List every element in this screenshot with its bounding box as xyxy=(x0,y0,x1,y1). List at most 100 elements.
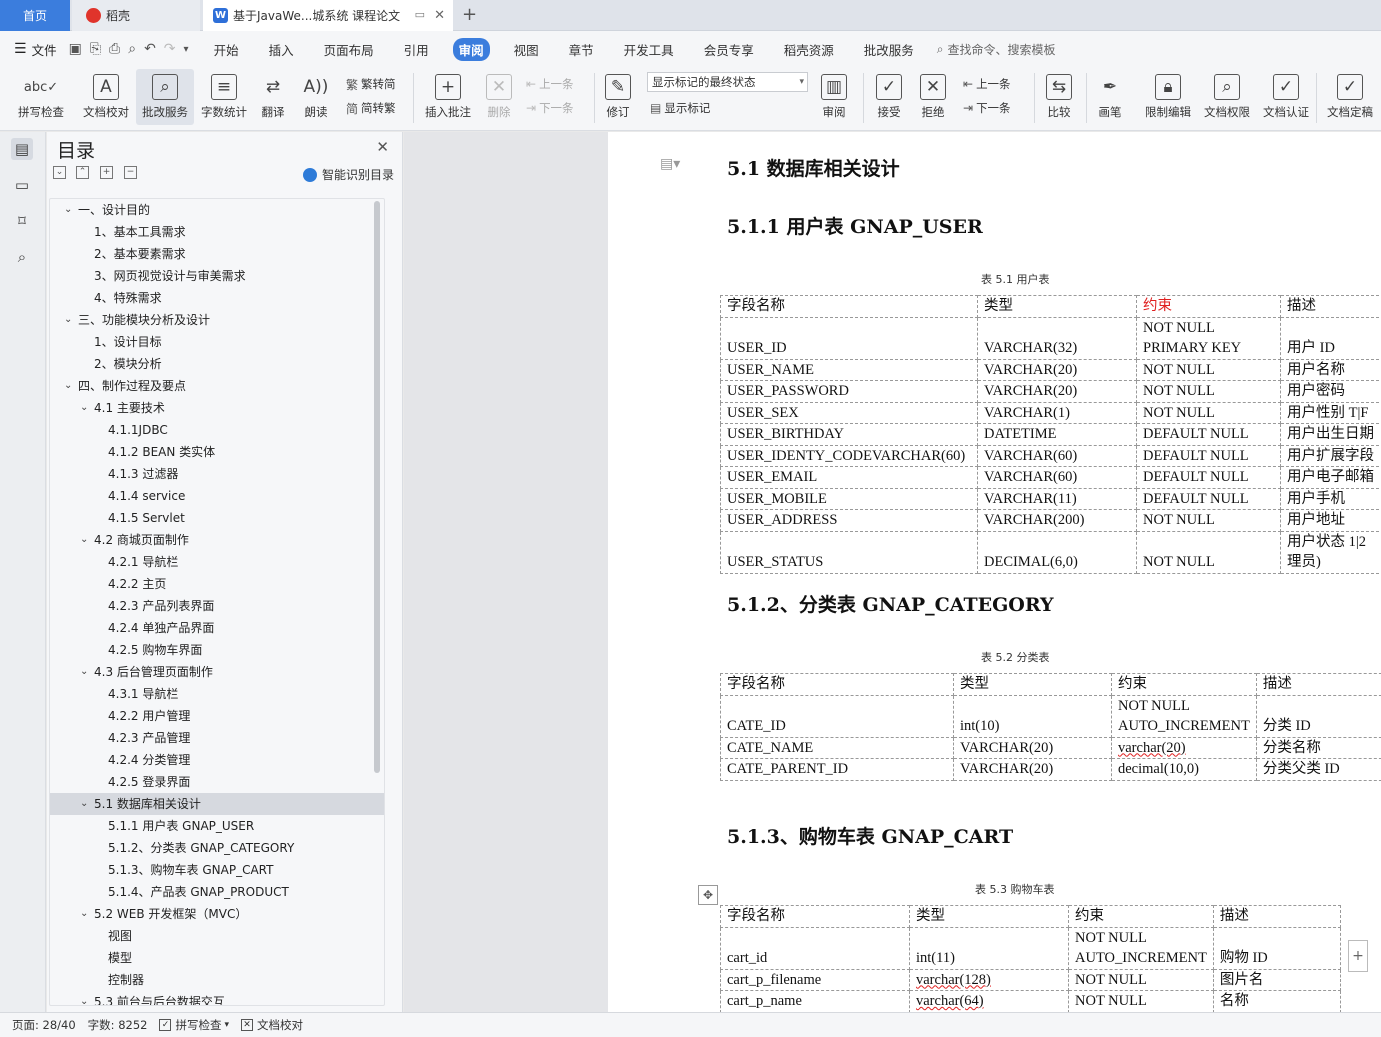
doc-check-button[interactable]: A 文档校对 xyxy=(78,69,134,125)
toc-item[interactable]: 4.1.3 过滤器 xyxy=(50,463,384,485)
insert-comment-button[interactable]: + 插入批注 xyxy=(420,69,476,125)
review-service-button[interactable]: ⌕ 批改服务 xyxy=(136,69,194,125)
toc-item[interactable]: 4.2.4 单独产品界面 xyxy=(50,617,384,639)
toc-item[interactable]: ⌄ 4.3 后台管理页面制作 xyxy=(50,661,384,683)
toc-item[interactable]: 5.1.1 用户表 GNAP_USER xyxy=(50,815,384,837)
menu-item-8[interactable]: 会员专享 xyxy=(698,38,760,61)
review-pane-button[interactable]: ▥ 审阅 xyxy=(814,69,854,125)
menu-item-4[interactable]: 审阅 xyxy=(452,37,490,61)
pin-icon[interactable]: ▭ xyxy=(415,8,425,21)
chevron-down-icon[interactable]: ⌄ xyxy=(80,903,88,925)
file-menu[interactable]: ☰ 文件 xyxy=(0,40,65,59)
document-canvas[interactable]: ▤▾ 5.1 数据库相关设计 5.1.1 用户表 GNAP_USER 表 5.1… xyxy=(404,132,1381,1012)
toc-item[interactable]: 4.2.2 主页 xyxy=(50,573,384,595)
toc-scrollbar[interactable] xyxy=(374,201,380,773)
redo-icon[interactable]: ↷ xyxy=(164,41,176,57)
paragraph-options-icon[interactable]: ▤▾ xyxy=(660,156,680,172)
prev-change-button[interactable]: ⇤ 上一条 xyxy=(963,73,1011,95)
trad-to-simp-button[interactable]: 繁繁转简 xyxy=(346,73,396,95)
translate-button[interactable]: ⇄ 翻译 xyxy=(255,69,291,125)
toc-item[interactable]: 4.1.1JDBC xyxy=(50,419,384,441)
toc-item[interactable]: ⌄ 4.2 商城页面制作 xyxy=(50,529,384,551)
track-changes-button[interactable]: ✎ 修订 xyxy=(600,69,636,125)
toc-item[interactable]: 4.2.5 登录界面 xyxy=(50,771,384,793)
toc-item[interactable]: 4、特殊需求 xyxy=(50,287,384,309)
print-icon[interactable]: ⎙ xyxy=(109,41,120,57)
close-icon[interactable]: ✕ xyxy=(376,138,389,156)
restrict-edit-button[interactable]: 🔒︎ 限制编辑 xyxy=(1140,69,1196,125)
doc-cert-button[interactable]: ✓ 文档认证 xyxy=(1258,69,1314,125)
spell-check-button[interactable]: abc✓ 拼写检查 xyxy=(8,69,74,125)
toc-item[interactable]: 4.2.4 分类管理 xyxy=(50,749,384,771)
chevron-down-icon[interactable]: ⌄ xyxy=(80,397,88,419)
menu-item-9[interactable]: 稻壳资源 xyxy=(778,38,840,61)
toc-item[interactable]: 4.2.1 导航栏 xyxy=(50,551,384,573)
toc-item[interactable]: ⌄ 5.3 前台与后台数据交互 xyxy=(50,991,384,1005)
menu-item-2[interactable]: 页面布局 xyxy=(318,38,380,61)
add-column-icon[interactable]: + xyxy=(1348,940,1368,972)
toc-item[interactable]: 5.1.4、产品表 GNAP_PRODUCT xyxy=(50,881,384,903)
expand-all-icon[interactable]: ⌃ xyxy=(76,166,89,179)
toc-item[interactable]: 视图 xyxy=(50,925,384,947)
demote-icon[interactable]: − xyxy=(124,166,137,179)
document-page[interactable]: ▤▾ 5.1 数据库相关设计 5.1.1 用户表 GNAP_USER 表 5.1… xyxy=(608,132,1381,1012)
export-pdf-icon[interactable]: ⎘ xyxy=(90,41,101,57)
menu-item-6[interactable]: 章节 xyxy=(563,38,600,61)
next-comment-button[interactable]: ⇥ 下一条 xyxy=(526,97,574,119)
read-aloud-button[interactable]: A)) 朗读 xyxy=(298,69,334,125)
tab-document[interactable]: W 基于JavaWe...城系统 课程论文 ▭ ✕ xyxy=(203,0,453,31)
menu-item-7[interactable]: 开发工具 xyxy=(618,38,680,61)
undo-icon[interactable]: ↶ xyxy=(144,41,156,57)
status-doc-check[interactable]: ✕ 文档校对 xyxy=(241,1017,303,1033)
toc-item[interactable]: 4.3.1 导航栏 xyxy=(50,683,384,705)
toc-item[interactable]: 5.1.3、购物车表 GNAP_CART xyxy=(50,859,384,881)
bookmark-icon[interactable]: ⌑ xyxy=(11,210,33,232)
compare-button[interactable]: ⇆ 比较 xyxy=(1040,69,1078,125)
chevron-down-icon[interactable]: ⌄ xyxy=(80,793,88,815)
quick-access-dropdown-icon[interactable]: ▾ xyxy=(184,44,189,55)
command-search[interactable]: ⌕ 查找命令、搜索模板 xyxy=(937,41,1056,58)
chevron-down-icon[interactable]: ⌄ xyxy=(64,199,72,221)
close-tab-icon[interactable]: ✕ xyxy=(434,8,445,23)
word-count-indicator[interactable]: 字数: 8252 xyxy=(88,1017,148,1033)
accept-button[interactable]: ✓ 接受 xyxy=(870,69,908,125)
toc-item[interactable]: 4.2.3 产品列表界面 xyxy=(50,595,384,617)
chevron-down-icon[interactable]: ⌄ xyxy=(80,529,88,551)
toc-item[interactable]: 4.1.5 Servlet xyxy=(50,507,384,529)
toc-item[interactable]: ⌄ 4.1 主要技术 xyxy=(50,397,384,419)
promote-icon[interactable]: + xyxy=(100,166,113,179)
reject-button[interactable]: ✕ 拒绝 xyxy=(914,69,952,125)
toc-item[interactable]: ⌄ 三、功能模块分析及设计 xyxy=(50,309,384,331)
new-tab-icon[interactable]: + xyxy=(462,4,477,25)
toc-item[interactable]: ⌄ 5.2 WEB 开发框架（MVC） xyxy=(50,903,384,925)
collapse-all-icon[interactable]: ⌄ xyxy=(53,166,66,179)
toc-item[interactable]: 2、模块分析 xyxy=(50,353,384,375)
chevron-down-icon[interactable]: ⌄ xyxy=(64,375,72,397)
show-markup-button[interactable]: ▤ 显示标记 xyxy=(650,97,710,119)
doc-finalize-button[interactable]: ✓ 文档定稿 xyxy=(1320,69,1380,125)
toc-panel-icon[interactable]: ▤ xyxy=(11,138,33,160)
word-count-button[interactable]: ≡ 字数统计 xyxy=(196,69,252,125)
chevron-down-icon[interactable]: ⌄ xyxy=(80,991,88,1005)
toc-item[interactable]: 模型 xyxy=(50,947,384,969)
toc-item[interactable]: 5.1.2、分类表 GNAP_CATEGORY xyxy=(50,837,384,859)
menu-item-0[interactable]: 开始 xyxy=(208,38,245,61)
prev-comment-button[interactable]: ⇤ 上一条 xyxy=(526,73,574,95)
simp-to-trad-button[interactable]: 简简转繁 xyxy=(346,97,396,119)
toc-item[interactable]: 3、网页视觉设计与审美需求 xyxy=(50,265,384,287)
toc-item[interactable]: ⌄ 5.1 数据库相关设计 xyxy=(50,793,384,815)
toc-item[interactable]: 1、设计目标 xyxy=(50,331,384,353)
toc-item[interactable]: 1、基本工具需求 xyxy=(50,221,384,243)
chevron-down-icon[interactable]: ⌄ xyxy=(80,661,88,683)
next-change-button[interactable]: ⇥ 下一条 xyxy=(963,97,1011,119)
toc-item[interactable]: 4.2.3 产品管理 xyxy=(50,727,384,749)
menu-item-10[interactable]: 批改服务 xyxy=(858,38,920,61)
toc-item[interactable]: ⌄ 四、制作过程及要点 xyxy=(50,375,384,397)
delete-comment-button[interactable]: ✕ 删除 xyxy=(481,69,517,125)
doc-permission-button[interactable]: ⌕ 文档权限 xyxy=(1199,69,1255,125)
chapter-nav-icon[interactable]: ▭ xyxy=(11,174,33,196)
toc-item[interactable]: 2、基本要素需求 xyxy=(50,243,384,265)
pen-button[interactable]: ✒ 画笔 xyxy=(1092,69,1128,125)
find-icon[interactable]: ⌕ xyxy=(11,246,33,268)
toc-item[interactable]: 4.1.2 BEAN 类实体 xyxy=(50,441,384,463)
